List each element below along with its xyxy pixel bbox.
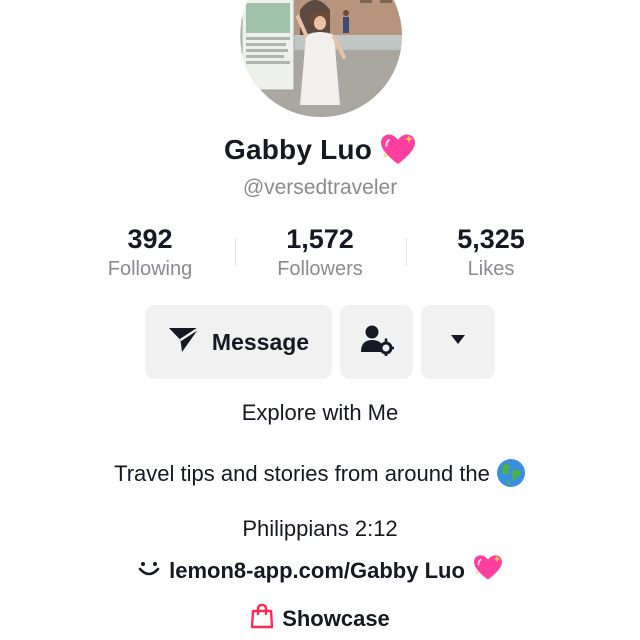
stat-divider [235, 238, 236, 266]
stat-value: 392 [127, 224, 173, 254]
bio-tagline: Travel tips and stories from around the [114, 461, 490, 486]
profile-handle: @versedtraveler [242, 176, 398, 199]
friend-settings-button[interactable] [340, 305, 413, 379]
profile-link[interactable]: lemon8-app.com/Gabby Luo [0, 554, 640, 588]
stat-followers[interactable]: 1,572 Followers [235, 224, 405, 284]
stat-value: 1,572 [286, 224, 354, 254]
bio-tagline-row: Travel tips and stories from around the [0, 458, 640, 488]
showcase-link[interactable]: Showcase [0, 603, 640, 635]
stat-likes[interactable]: 5,325 Likes [406, 224, 576, 284]
profile-name-row: Gabby Luo [0, 133, 640, 167]
profile-name: Gabby Luo [223, 134, 373, 165]
sparkling-heart-icon [473, 554, 503, 588]
stat-label: Following [107, 258, 193, 280]
more-button[interactable] [421, 305, 495, 379]
profile-avatar[interactable] [240, 0, 402, 117]
profile-actions: Message [0, 305, 640, 379]
bio-verse: Philippians 2:12 [242, 516, 398, 541]
message-button[interactable]: Message [145, 305, 332, 379]
profile-stats: 392 Following 1,572 Followers 5,325 Like… [0, 224, 640, 284]
stat-label: Followers [277, 258, 363, 280]
stat-value: 5,325 [457, 224, 525, 254]
sparkling-heart-icon [380, 133, 416, 167]
caret-down-icon [450, 333, 466, 351]
lemon8-smile-icon [137, 558, 161, 584]
message-label: Message [211, 328, 310, 355]
profile-link-text[interactable]: lemon8-app.com/Gabby Luo [169, 558, 465, 584]
globe-icon [496, 458, 526, 488]
stat-label: Likes [467, 258, 515, 280]
stat-divider [406, 238, 407, 266]
user-settings-icon [360, 324, 395, 361]
stat-following[interactable]: 392 Following [65, 224, 235, 284]
showcase-label: Showcase [282, 606, 390, 631]
send-icon [168, 326, 200, 359]
bio-title: Explore with Me [241, 400, 399, 425]
shopping-bag-icon [250, 603, 274, 635]
